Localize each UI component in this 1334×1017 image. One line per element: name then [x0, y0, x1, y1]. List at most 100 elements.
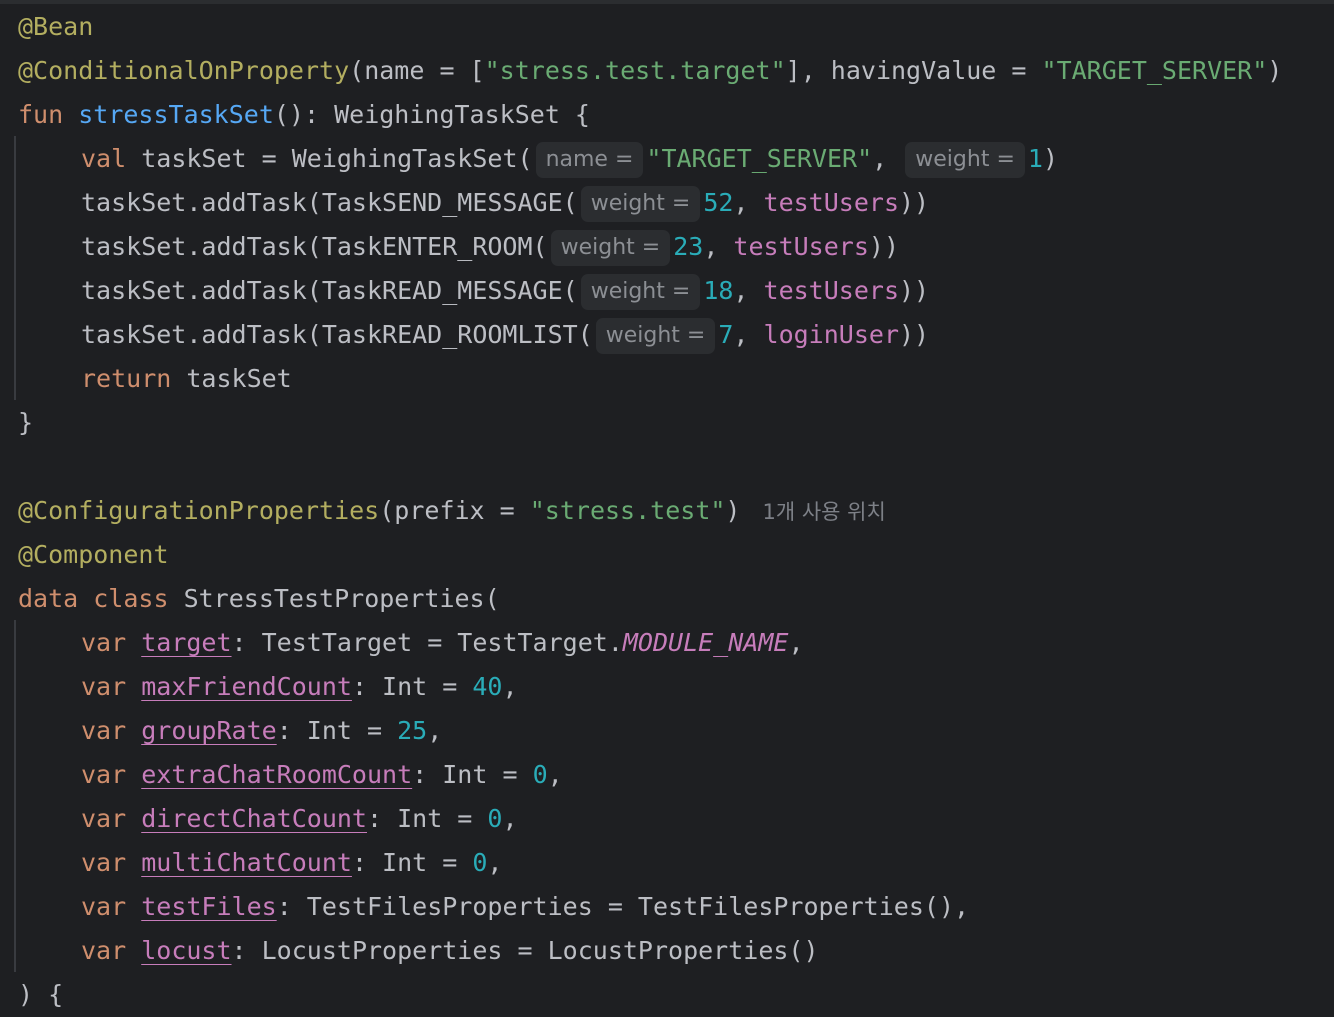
function-name-token: stressTaskSet [78, 100, 274, 129]
annotation-token: @Bean [18, 12, 94, 41]
code-line[interactable]: taskSet.addTask(TaskSEND_MESSAGE(weight … [18, 181, 929, 225]
property-name-token: target [141, 628, 232, 657]
code-line[interactable]: var maxFriendCount: Int = 40, [18, 665, 518, 709]
keyword-token: var [81, 716, 142, 745]
property-reference-token: testUsers [763, 276, 899, 305]
property-name-token: directChatCount [141, 804, 367, 833]
number-literal-token: 23 [673, 232, 704, 261]
code-text-token: , [487, 848, 503, 877]
code-text-token: ) { [18, 980, 64, 1009]
code-text-token: , [733, 188, 764, 217]
code-text-token: : Int = [351, 672, 473, 701]
code-line[interactable]: @ConditionalOnProperty(name = ["stress.t… [18, 49, 1282, 93]
code-text-token: : TestTarget = TestTarget. [231, 628, 623, 657]
usage-count-hint[interactable]: 1개 사용 위치 [762, 500, 885, 524]
code-text-token: : LocustProperties = LocustProperties() [231, 936, 819, 965]
property-name-token: maxFriendCount [141, 672, 352, 701]
code-line[interactable]: var locust: LocustProperties = LocustPro… [18, 929, 819, 973]
code-editor[interactable]: @Bean @ConditionalOnProperty(name = ["str… [0, 0, 1334, 1016]
keyword-token: var [81, 804, 142, 833]
number-literal-token: 40 [472, 672, 503, 701]
code-line[interactable]: taskSet.addTask(TaskENTER_ROOM(weight = 2… [18, 225, 899, 269]
code-text-token: StressTestProperties( [183, 584, 500, 613]
keyword-token: var [81, 848, 142, 877]
code-line[interactable]: fun stressTaskSet(): WeighingTaskSet { [18, 93, 590, 137]
number-literal-token: 52 [703, 188, 734, 217]
code-line[interactable]: taskSet.addTask(TaskREAD_ROOMLIST(weight… [18, 313, 929, 357]
code-text-token: ) [725, 496, 741, 525]
code-line[interactable]: } [18, 401, 33, 445]
property-name-token: extraChatRoomCount [141, 760, 413, 789]
code-text-token: (): WeighingTaskSet { [273, 100, 590, 129]
code-text-token: (name = [ [349, 56, 485, 85]
parameter-inlay-hint: weight = [550, 230, 671, 266]
code-text-token: ], havingValue = [785, 56, 1042, 85]
code-text-token: taskSet = WeighingTaskSet( [141, 144, 533, 173]
code-text-token: , [547, 760, 563, 789]
property-reference-token: loginUser [763, 320, 899, 349]
code-text-token: , [733, 320, 764, 349]
enum-constant-token: MODULE_NAME [622, 628, 789, 657]
indent-guide-class-params [14, 620, 16, 972]
keyword-token: var [81, 672, 142, 701]
code-text-token: taskSet.addTask(TaskENTER_ROOM( [81, 232, 548, 261]
code-text-token: : Int = [276, 716, 398, 745]
code-text-token: : Int = [351, 848, 473, 877]
code-line[interactable]: var directChatCount: Int = 0, [18, 797, 518, 841]
keyword-token: return [81, 364, 187, 393]
code-line[interactable]: var target: TestTarget = TestTarget.MODU… [18, 621, 804, 665]
property-name-token: locust [141, 936, 232, 965]
code-text-token: )) [899, 320, 930, 349]
code-text-token: , [788, 628, 804, 657]
code-text-token: , [733, 276, 764, 305]
number-literal-token: 0 [532, 760, 548, 789]
code-text-token: } [18, 408, 34, 437]
string-literal-token: "TARGET_SERVER" [646, 144, 873, 173]
parameter-inlay-hint: weight = [905, 142, 1025, 178]
number-literal-token: 25 [397, 716, 428, 745]
code-text-token: )) [868, 232, 899, 261]
property-reference-token: testUsers [763, 188, 899, 217]
code-line[interactable]: val taskSet = WeighingTaskSet(name = "TAR… [18, 137, 1058, 181]
code-text-token: : Int = [412, 760, 533, 789]
code-text-token: ) [1267, 56, 1283, 85]
code-line[interactable]: taskSet.addTask(TaskREAD_MESSAGE(weight … [18, 269, 929, 313]
number-literal-token: 7 [718, 320, 734, 349]
code-line[interactable]: var testFiles: TestFilesProperties = Tes… [18, 885, 969, 929]
code-text-token: taskSet.addTask(TaskSEND_MESSAGE( [81, 188, 578, 217]
code-text-token: , [703, 232, 734, 261]
number-literal-token: 18 [703, 276, 734, 305]
code-text-token: taskSet [186, 364, 292, 393]
code-text-token: , [502, 672, 518, 701]
code-line[interactable]: data class StressTestProperties( [18, 577, 500, 621]
indent-guide-function-body [14, 136, 16, 400]
code-text-token: (prefix = [379, 496, 530, 525]
code-line[interactable]: ) { [18, 973, 63, 1017]
code-text-token: : Int = [367, 804, 488, 833]
code-line[interactable]: @ConfigurationProperties(prefix = "stres… [18, 489, 886, 533]
code-text-token: )) [899, 188, 930, 217]
keyword-token: var [81, 760, 142, 789]
string-literal-token: "stress.test.target" [484, 56, 786, 85]
keyword-token: var [81, 892, 142, 921]
keyword-token: data class [18, 584, 184, 613]
code-line[interactable]: @Component [18, 533, 169, 577]
code-text-token: , [427, 716, 443, 745]
parameter-inlay-hint: weight = [580, 274, 701, 310]
parameter-inlay-hint: weight = [580, 186, 701, 222]
number-literal-token: 0 [472, 848, 488, 877]
code-text-token: ) [1042, 144, 1059, 173]
code-line[interactable]: var groupRate: Int = 25, [18, 709, 442, 753]
code-line[interactable]: @Bean [18, 5, 93, 49]
annotation-token: @ConditionalOnProperty [18, 56, 350, 85]
code-line[interactable]: var extraChatRoomCount: Int = 0, [18, 753, 563, 797]
annotation-token: @ConfigurationProperties [18, 496, 380, 525]
annotation-token: @Component [18, 540, 169, 569]
code-text-token: , [502, 804, 518, 833]
code-line[interactable]: var multiChatCount: Int = 0, [18, 841, 502, 885]
code-line[interactable]: return taskSet [18, 357, 292, 401]
keyword-token: val [81, 144, 142, 173]
keyword-token: var [81, 628, 142, 657]
code-text-token: taskSet.addTask(TaskREAD_ROOMLIST( [81, 320, 593, 349]
property-reference-token: testUsers [733, 232, 869, 261]
